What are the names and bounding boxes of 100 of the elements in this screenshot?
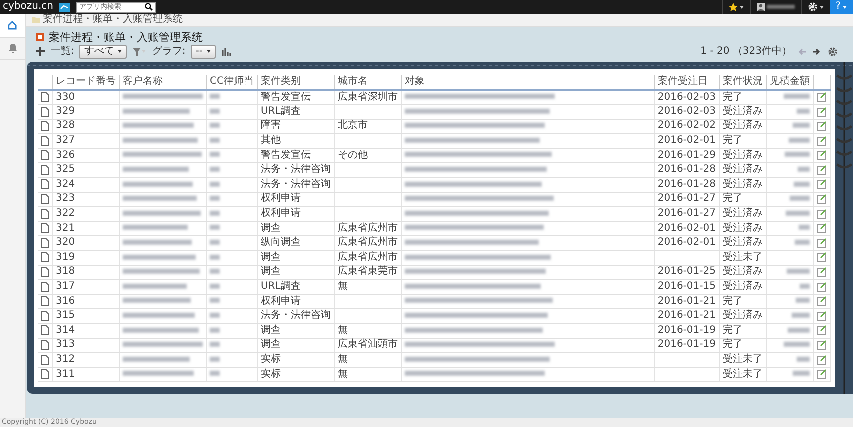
star-icon[interactable] [728, 2, 738, 12]
column-header[interactable]: 案件类别 [257, 75, 334, 90]
edit-icon[interactable] [817, 223, 827, 234]
document-icon [41, 223, 49, 234]
record-number: 313 [56, 339, 76, 350]
app-icon[interactable] [59, 2, 70, 12]
edit-icon[interactable] [817, 194, 827, 204]
table-cell: 北京市 [338, 120, 368, 132]
record-number: 324 [56, 178, 76, 190]
table-cell: 受注済み [723, 266, 763, 278]
record-number: 319 [56, 252, 76, 263]
table-cell: URL調査 [260, 281, 301, 292]
table-cell: 完了 [723, 296, 743, 307]
table-cell: 2016-02-03 [658, 92, 716, 103]
document-icon [41, 92, 49, 102]
settings-button[interactable] [827, 46, 839, 56]
document-icon [41, 267, 49, 278]
edit-icon[interactable] [817, 92, 827, 102]
record-number: 330 [56, 92, 76, 103]
document-icon [41, 282, 49, 292]
edit-icon[interactable] [817, 164, 827, 175]
logo: cybozu.cn [3, 2, 54, 12]
document-icon [41, 179, 49, 190]
view-dropdown[interactable]: すべて [79, 44, 128, 58]
search-icon[interactable] [145, 3, 154, 11]
column-header[interactable]: 对象 [401, 75, 654, 90]
table-cell: 完了 [723, 339, 743, 350]
table-cell: 完了 [723, 92, 743, 103]
edit-icon[interactable] [817, 310, 827, 321]
table-cell: 広東省広州市 [338, 237, 398, 248]
folder-icon [32, 17, 40, 23]
table-cell: 受注済み [723, 310, 763, 322]
edit-icon[interactable] [817, 136, 827, 146]
chart-button[interactable] [220, 48, 233, 56]
next-page-button[interactable] [812, 48, 822, 56]
breadcrumb-link[interactable]: 案件进程・账单・入账管理系统 [43, 15, 183, 25]
record-number: 321 [56, 222, 76, 234]
document-icon [41, 238, 49, 248]
record-number: 311 [56, 368, 76, 380]
table-cell: 2016-02-01 [658, 237, 716, 248]
edit-icon[interactable] [817, 252, 827, 262]
column-header[interactable]: CC律师当 [206, 75, 258, 90]
edit-icon[interactable] [817, 238, 827, 248]
column-header[interactable]: 城市名 [334, 75, 402, 90]
edit-icon[interactable] [817, 282, 827, 292]
table-cell: 调查 [260, 266, 281, 278]
edit-icon[interactable] [817, 121, 827, 132]
edit-icon[interactable] [817, 325, 827, 336]
column-header[interactable]: レコード番号 [52, 75, 120, 90]
edit-icon[interactable] [817, 267, 827, 278]
record-number: 327 [56, 135, 76, 146]
table-cell: 2016-02-01 [658, 135, 716, 146]
filter-button[interactable] [132, 48, 148, 56]
table-cell: 2016-02-01 [658, 222, 716, 234]
table-cell: 広東省深圳市 [338, 92, 398, 103]
user-icon[interactable] [756, 3, 765, 11]
table-cell: 完了 [723, 193, 743, 204]
edit-icon[interactable] [817, 340, 827, 350]
table-cell: 障害 [260, 120, 281, 132]
table-cell: 無 [338, 281, 348, 292]
column-header[interactable]: 见積金額 [766, 75, 814, 90]
table-cell: 法务・法律咨询 [260, 310, 331, 322]
home-button[interactable] [0, 14, 25, 38]
edit-icon[interactable] [817, 354, 827, 365]
settings-icon[interactable] [808, 2, 818, 12]
table-cell: 受注済み [723, 222, 763, 234]
app-title: 案件进程・账单・入账管理系统 [49, 32, 203, 42]
edit-icon[interactable] [817, 369, 827, 380]
record-number: 315 [56, 310, 76, 322]
record-number: 325 [56, 164, 76, 176]
graph-label: グラフ: [152, 46, 186, 56]
edit-icon[interactable] [817, 106, 827, 117]
table-cell: 受注済み [723, 281, 763, 292]
table-cell: 2016-01-27 [658, 193, 716, 204]
edit-icon[interactable] [817, 208, 827, 219]
document-icon [41, 354, 49, 365]
table-cell: URL調査 [260, 106, 301, 117]
home-icon [8, 21, 17, 30]
table-cell: 受注済み [723, 237, 763, 248]
column-header[interactable]: 案件状況 [720, 75, 766, 90]
table-cell: 2016-02-03 [658, 106, 716, 117]
help-button[interactable]: ? [830, 0, 853, 14]
record-number: 323 [56, 193, 76, 204]
graph-dropdown[interactable]: -- [190, 44, 216, 58]
table-cell: 2016-01-29 [658, 150, 716, 161]
table-cell: 权利申请 [260, 193, 301, 204]
edit-icon[interactable] [817, 150, 827, 160]
edit-icon[interactable] [817, 296, 827, 306]
column-header[interactable]: 案件受注日 [654, 75, 720, 90]
table-cell: 实标 [260, 368, 281, 380]
table-cell: 纵向调查 [260, 237, 301, 248]
table-cell: 2016-01-15 [658, 281, 716, 292]
table-cell: 受注未了 [723, 368, 763, 380]
edit-icon[interactable] [817, 179, 827, 190]
record-number: 312 [56, 354, 76, 365]
app-icon [36, 33, 44, 41]
column-header[interactable]: 客户名称 [120, 75, 206, 90]
table-cell: 调查 [260, 252, 281, 263]
table-cell: 权利申请 [260, 208, 301, 220]
add-button[interactable] [35, 47, 46, 56]
